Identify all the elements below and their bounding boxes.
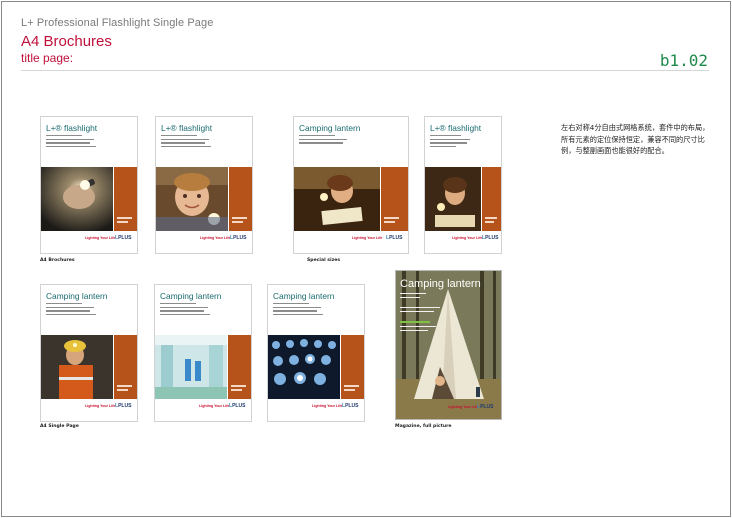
slogan: Lighting Your Life (352, 236, 383, 240)
text-line (400, 307, 440, 309)
card-title: L+® flashlight (46, 123, 98, 133)
header-divider (21, 70, 709, 71)
body-text-lines (299, 135, 351, 146)
card-title: Camping lantern (299, 123, 361, 133)
brochure-card-flashlight-special[interactable]: L+® flashlight Lighting Your Life LPLUS (424, 116, 502, 254)
photo-led-array (268, 335, 340, 399)
card-title: L+® flashlight (430, 123, 482, 133)
slogan: Lighting Your Life (85, 236, 116, 240)
photo-hand-flashlight (41, 167, 113, 231)
text-line (400, 311, 434, 313)
slogan: Lighting Your Life (448, 405, 479, 409)
highlight-line (400, 321, 430, 323)
text-line (400, 326, 436, 328)
brand-logo: LPLUS (477, 404, 494, 410)
brochure-card-camping-special[interactable]: Camping lantern Lighting Your Life LPLUS (293, 116, 409, 254)
caption-magazine: Magazine, full picture (395, 424, 452, 429)
accent-panel (341, 335, 364, 399)
text-line (400, 293, 426, 295)
accent-panel (229, 167, 252, 231)
caption-a4-brochures: A4 Brochures (40, 258, 75, 263)
text-line (400, 297, 420, 299)
body-text-lines (160, 303, 212, 317)
slogan: Lighting Your Life (85, 404, 116, 408)
page-title: A4 Brochures (21, 33, 112, 50)
accent-panel (114, 335, 137, 399)
body-text-lines (46, 135, 98, 149)
brand-logo: LPLUS (115, 235, 132, 241)
body-text-lines (161, 135, 213, 149)
photo-woman-reading (294, 167, 380, 231)
magazine-full-picture[interactable]: Camping lantern Lighting Your Life LPLUS (395, 270, 502, 420)
header-subtitle: L+ Professional Flashlight Single Page (21, 17, 214, 29)
brochure-card-camping-leds[interactable]: Camping lantern Lighting Your Life LPLUS (267, 284, 365, 422)
accent-panel (381, 167, 408, 231)
body-text-lines (430, 135, 474, 149)
card-title: L+® flashlight (161, 123, 213, 133)
text-line (400, 330, 428, 332)
slogan: Lighting Your Life (199, 404, 230, 408)
slogan: Lighting Your Life (312, 404, 343, 408)
photo-clean-room (155, 335, 227, 399)
page-label: title page: (21, 51, 74, 65)
body-text-lines (273, 303, 325, 317)
caption-special-sizes: Special sizes (307, 258, 341, 263)
brand-logo: LPLUS (229, 403, 246, 409)
brochure-card-camping-miner[interactable]: Camping lantern Lighting Your Life LPLUS (40, 284, 138, 422)
brochure-card-flashlight-child[interactable]: L+® flashlight Lighting Your Life LPLUS (155, 116, 253, 254)
brand-logo: LPLUS (342, 403, 359, 409)
brand-logo: LPLUS (482, 235, 499, 241)
photo-miner-worker (41, 335, 113, 399)
caption-a4-single-page: A4 Single Page (40, 424, 79, 429)
magazine-title: Camping lantern (400, 278, 481, 290)
accent-panel (482, 167, 501, 231)
slogan: Lighting Your Life (200, 236, 231, 240)
slogan: Lighting Your Life (452, 236, 483, 240)
brochure-card-flashlight-hand[interactable]: L+® flashlight Lighting Your Life LPLUS (40, 116, 138, 254)
card-title: Camping lantern (160, 291, 222, 301)
photo-woman-lamp (425, 167, 481, 231)
accent-panel (228, 335, 251, 399)
page-code: b1.02 (659, 51, 708, 70)
brand-logo: LPLUS (386, 235, 403, 241)
body-text-lines (46, 303, 98, 317)
accent-panel (114, 167, 137, 231)
brochure-card-camping-lab[interactable]: Camping lantern Lighting Your Life LPLUS (154, 284, 252, 422)
page-frame (1, 1, 731, 517)
card-title: Camping lantern (46, 291, 108, 301)
photo-child-flashlight (156, 167, 228, 231)
brand-logo: LPLUS (230, 235, 247, 241)
description-note: 左右对称4分自由式网格系统，套件中的布局，所有元素的定位保持恒定，兼容不同的尺寸… (561, 123, 710, 155)
brand-logo: LPLUS (115, 403, 132, 409)
card-title: Camping lantern (273, 291, 335, 301)
